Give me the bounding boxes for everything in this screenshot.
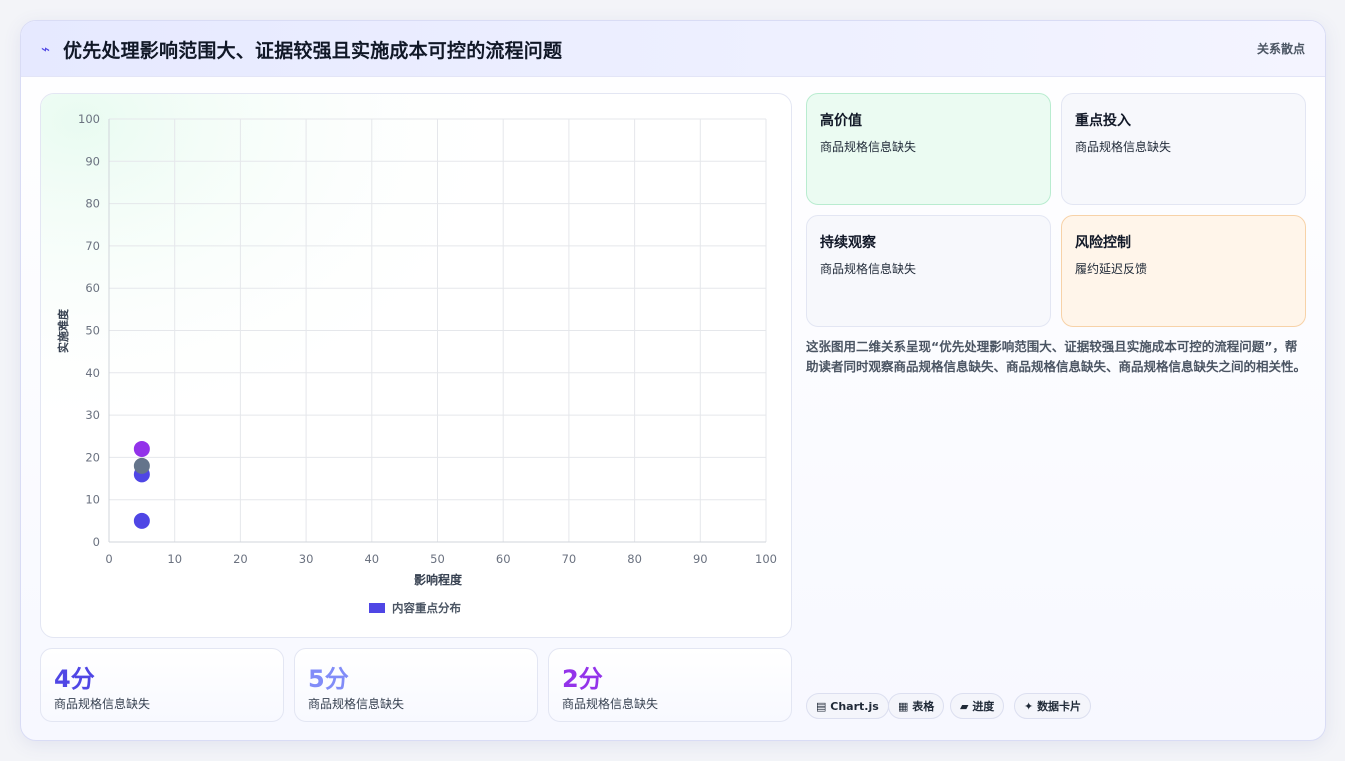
legend-label[interactable]: 内容重点分布 — [392, 601, 461, 615]
y-tick-label: 90 — [85, 154, 100, 168]
x-tick-label: 50 — [430, 552, 445, 566]
x-axis-label: 影响程度 — [414, 572, 463, 587]
stat-card-2: 5分 商品规格信息缺失 — [294, 648, 538, 722]
x-tick-label: 40 — [364, 552, 379, 566]
x-tick-label: 10 — [167, 552, 182, 566]
quadrant-title: 重点投入 — [1075, 113, 1131, 129]
data-point[interactable] — [133, 512, 150, 529]
y-tick-label: 10 — [85, 493, 100, 507]
data-point[interactable] — [133, 457, 150, 474]
y-tick-label: 40 — [85, 366, 100, 380]
quadrant-title: 风险控制 — [1075, 235, 1131, 251]
card-icon: ✦ — [1024, 700, 1034, 713]
pill-data-card[interactable]: ✦ 数据卡片 — [1014, 693, 1092, 719]
quadrant-item: 商品规格信息缺失 — [1075, 140, 1172, 154]
x-tick-label: 70 — [562, 552, 577, 566]
chart-icon: ▤ — [816, 700, 827, 713]
quadrant-risk-control: 风险控制 履约延迟反馈 — [1061, 215, 1306, 327]
x-tick-label: 60 — [496, 552, 511, 566]
stat-label: 商品规格信息缺失 — [562, 697, 659, 711]
pill-chartjs[interactable]: ▤ Chart.js — [806, 693, 889, 719]
pill-label: 数据卡片 — [1037, 700, 1082, 713]
stat-label: 商品规格信息缺失 — [308, 697, 405, 711]
legend-swatch[interactable] — [369, 603, 385, 613]
quadrant-title: 持续观察 — [820, 235, 876, 251]
chart-panel: 0 10 20 30 40 50 60 70 80 90 100 0 10 20 30 40 50 60 70 80 9… — [40, 93, 792, 638]
x-tick-label: 90 — [693, 552, 708, 566]
quadrant-item: 履约延迟反馈 — [1075, 262, 1148, 276]
quadrant-title: 高价值 — [820, 113, 862, 129]
page-title: 优先处理影响范围大、证据较强且实施成本可控的流程问题 — [63, 40, 563, 62]
chart-description: 这张图用二维关系呈现“优先处理影响范围大、证据较强且实施成本可控的流程问题”，帮… — [806, 339, 1307, 374]
y-axis-label: 实施难度 — [56, 308, 70, 353]
x-tick-label: 0 — [105, 552, 112, 566]
quadrant-high-value: 高价值 商品规格信息缺失 — [806, 93, 1051, 205]
progress-icon: ▰ — [960, 700, 969, 713]
quadrant-watch: 持续观察 商品规格信息缺失 — [806, 215, 1051, 327]
y-tick-label: 0 — [93, 535, 100, 549]
quadrant-item: 商品规格信息缺失 — [820, 140, 917, 154]
pill-progress[interactable]: ▰ 进度 — [950, 693, 1005, 719]
y-tick-label: 30 — [85, 408, 100, 422]
x-tick-label: 80 — [627, 552, 642, 566]
scatter-chart: 0 10 20 30 40 50 60 70 80 90 100 0 10 20 30 40 50 60 70 80 9… — [41, 94, 791, 637]
x-tick-label: 20 — [233, 552, 248, 566]
y-tick-label: 20 — [85, 450, 100, 464]
y-tick-label: 70 — [85, 239, 100, 253]
pill-label: Chart.js — [830, 700, 879, 713]
data-point[interactable] — [133, 440, 150, 457]
lightning-icon: ⌁ — [41, 40, 51, 58]
pill-table[interactable]: ▦ 表格 — [888, 693, 945, 719]
pill-label: 表格 — [912, 700, 935, 713]
stat-value: 5分 — [308, 665, 349, 693]
table-icon: ▦ — [898, 700, 909, 713]
y-tick-label: 60 — [85, 281, 100, 295]
pill-label: 进度 — [972, 700, 995, 713]
stat-value: 2分 — [562, 665, 603, 693]
chart-type-tag: 关系散点 — [1256, 42, 1305, 56]
x-tick-label: 100 — [755, 552, 777, 566]
y-tick-label: 80 — [85, 197, 100, 211]
stat-card-1: 4分 商品规格信息缺失 — [40, 648, 284, 722]
stat-value: 4分 — [54, 665, 95, 693]
quadrant-item: 商品规格信息缺失 — [820, 262, 917, 276]
quadrant-key-investment: 重点投入 商品规格信息缺失 — [1061, 93, 1306, 205]
x-tick-label: 30 — [299, 552, 314, 566]
main-card: ⌁ 优先处理影响范围大、证据较强且实施成本可控的流程问题 关系散点 0 10 20 3… — [20, 20, 1326, 741]
y-tick-label: 50 — [85, 324, 100, 338]
header: ⌁ 优先处理影响范围大、证据较强且实施成本可控的流程问题 关系散点 — [21, 21, 1325, 77]
stat-label: 商品规格信息缺失 — [54, 697, 151, 711]
y-tick-label: 100 — [78, 112, 100, 126]
stat-card-3: 2分 商品规格信息缺失 — [548, 648, 792, 722]
